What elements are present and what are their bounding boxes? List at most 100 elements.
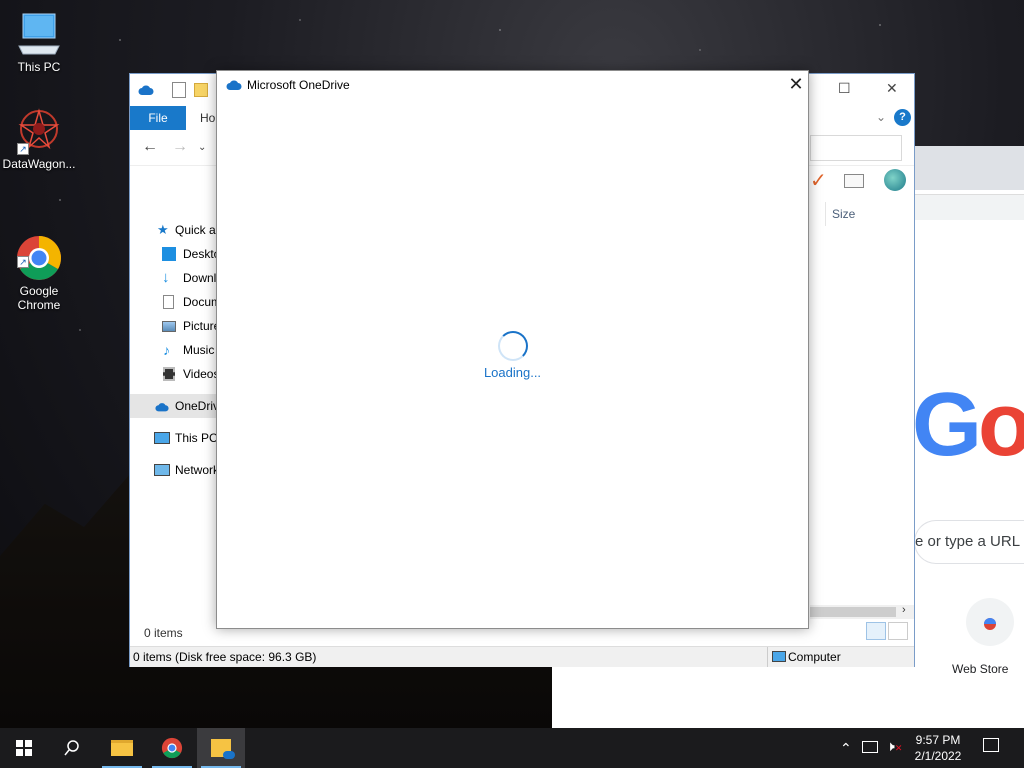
sidebar-item-videos[interactable]: Videos (130, 362, 218, 386)
back-arrow-icon[interactable]: ← (142, 138, 158, 156)
system-clock[interactable]: 9:57 PM 2/1/2022 (908, 732, 968, 764)
chrome-tab-strip[interactable] (914, 146, 1024, 190)
sidebar-item-label: Picture (183, 319, 218, 333)
desktop-icon-this-pc[interactable]: This PC (1, 10, 77, 74)
qat-properties-icon[interactable] (172, 82, 186, 98)
home-tab[interactable]: Ho (200, 106, 215, 130)
chrome-logo-icon: ↗ (15, 220, 63, 280)
file-tab[interactable]: File (130, 106, 186, 130)
column-header-size[interactable]: Size (825, 202, 905, 226)
action-center-icon[interactable] (983, 738, 999, 752)
sidebar-item-pictures[interactable]: Picture (130, 314, 218, 338)
desktop-icon-google-chrome[interactable]: ↗ Google Chrome (1, 206, 77, 312)
navigation-pane: ★ Quick a Deskto ↓ Downl Docum Picture ♪… (130, 218, 218, 482)
sidebar-item-this-pc[interactable]: This PC (130, 426, 218, 450)
status-location: Computer (767, 647, 913, 667)
start-button[interactable] (0, 728, 48, 768)
chrome-toolbar[interactable] (914, 194, 1024, 220)
status-disk-space: 0 items (Disk free space: 96.3 GB) (133, 650, 317, 664)
horizontal-scrollbar[interactable]: › (810, 604, 914, 619)
music-note-icon: ♪ (163, 342, 170, 358)
globe-icon[interactable] (884, 169, 906, 191)
search-placeholder: e or type a URL (915, 533, 1021, 550)
chrome-logo-icon (161, 737, 183, 759)
computer-icon (772, 651, 786, 662)
windows-logo-icon (16, 740, 32, 756)
onedrive-cloud-icon (155, 403, 169, 412)
volume-muted-icon[interactable]: 🕨✕ (886, 738, 902, 755)
envelope-icon[interactable] (844, 174, 864, 188)
sidebar-item-network[interactable]: Network (130, 458, 218, 482)
desktop-icon-label: Google Chrome (17, 284, 61, 312)
recent-locations-chevron-icon[interactable]: ⌄ (198, 142, 206, 153)
web-store-label: Web Store (952, 662, 1009, 676)
dialog-title: Microsoft OneDrive (247, 78, 350, 92)
sidebar-item-onedrive[interactable]: OneDriv (130, 394, 218, 418)
clock-date: 2/1/2022 (914, 749, 962, 763)
desktop-icon-datawagon[interactable]: ↗ DataWagon... (1, 107, 77, 171)
web-store-icon (984, 618, 996, 630)
sidebar-item-label: Downl (183, 271, 217, 285)
computer-icon (154, 432, 170, 444)
large-icons-view-icon[interactable] (888, 622, 908, 640)
sidebar-item-label: Quick a (175, 223, 216, 237)
status-bar: 0 items (Disk free space: 96.3 GB) Compu… (130, 646, 914, 667)
clock-time: 9:57 PM (915, 733, 961, 747)
checkmark-icon[interactable]: ✓ (810, 168, 827, 193)
sidebar-item-label: Music (183, 343, 215, 357)
items-count: 0 items (144, 626, 183, 640)
sidebar-item-label: OneDriv (175, 399, 218, 413)
search-icon (64, 740, 79, 756)
close-icon[interactable]: ✕ (785, 73, 807, 97)
google-logo: Go (912, 374, 1024, 477)
folder-cloud-icon (211, 739, 235, 759)
desktop-folder-icon (162, 247, 176, 261)
scroll-right-arrow-icon[interactable]: › (902, 604, 906, 616)
shortcut-arrow-icon: ↗ (17, 256, 29, 268)
sidebar-item-documents[interactable]: Docum (130, 290, 218, 314)
loading-spinner-icon (498, 331, 528, 361)
search-button[interactable] (48, 728, 96, 768)
sidebar-item-desktop[interactable]: Deskto (130, 242, 218, 266)
taskbar-file-explorer[interactable] (98, 728, 146, 768)
show-hidden-icons-chevron-icon[interactable]: ⌃ (840, 740, 852, 757)
explorer-maximize-icon[interactable]: ☐ (838, 80, 851, 97)
desktop-icon-label: This PC (17, 60, 61, 74)
onedrive-cloud-icon (138, 85, 154, 95)
explorer-close-icon[interactable]: ✕ (886, 80, 898, 97)
onedrive-cloud-icon (226, 80, 242, 90)
document-icon (163, 295, 174, 309)
loading-text: Loading... (483, 365, 542, 380)
google-logo-g: G (912, 375, 982, 475)
details-view-icon[interactable] (866, 622, 886, 640)
network-icon (154, 464, 170, 476)
sidebar-item-label: Docum (183, 295, 218, 309)
shortcut-arrow-icon: ↗ (17, 143, 29, 155)
network-status-icon[interactable] (862, 741, 878, 753)
ribbon-expand-icon[interactable]: ⌄ (876, 110, 886, 124)
star-icon: ★ (157, 222, 169, 237)
download-arrow-icon: ↓ (162, 269, 170, 286)
picture-icon (162, 321, 176, 332)
help-icon[interactable]: ? (894, 109, 911, 126)
sidebar-item-label: This PC (175, 431, 218, 445)
sidebar-item-music[interactable]: ♪ Music (130, 338, 218, 362)
address-bar[interactable] (810, 135, 902, 161)
taskbar-onedrive-explorer[interactable] (197, 728, 245, 768)
monitor-icon (15, 10, 63, 58)
sidebar-item-label: Videos (183, 367, 218, 381)
sidebar-item-downloads[interactable]: ↓ Downl (130, 266, 218, 290)
scrollbar-thumb[interactable] (810, 607, 896, 617)
taskbar-google-chrome[interactable] (148, 728, 196, 768)
view-toggle (866, 622, 910, 643)
sidebar-item-label: Deskto (183, 247, 218, 261)
sidebar-item-label: Network (175, 463, 218, 477)
status-location-label: Computer (788, 650, 841, 664)
sidebar-item-quick-access[interactable]: ★ Quick a (130, 218, 218, 242)
forward-arrow-icon[interactable]: → (172, 138, 188, 156)
onedrive-dialog[interactable]: Microsoft OneDrive ✕ Loading... (216, 70, 809, 629)
google-search-input[interactable]: e or type a URL (914, 520, 1024, 564)
qat-folder-icon[interactable] (194, 83, 208, 97)
taskbar: ⌃ 🕨✕ 9:57 PM 2/1/2022 (0, 728, 1024, 768)
web-store-shortcut[interactable] (966, 598, 1014, 646)
